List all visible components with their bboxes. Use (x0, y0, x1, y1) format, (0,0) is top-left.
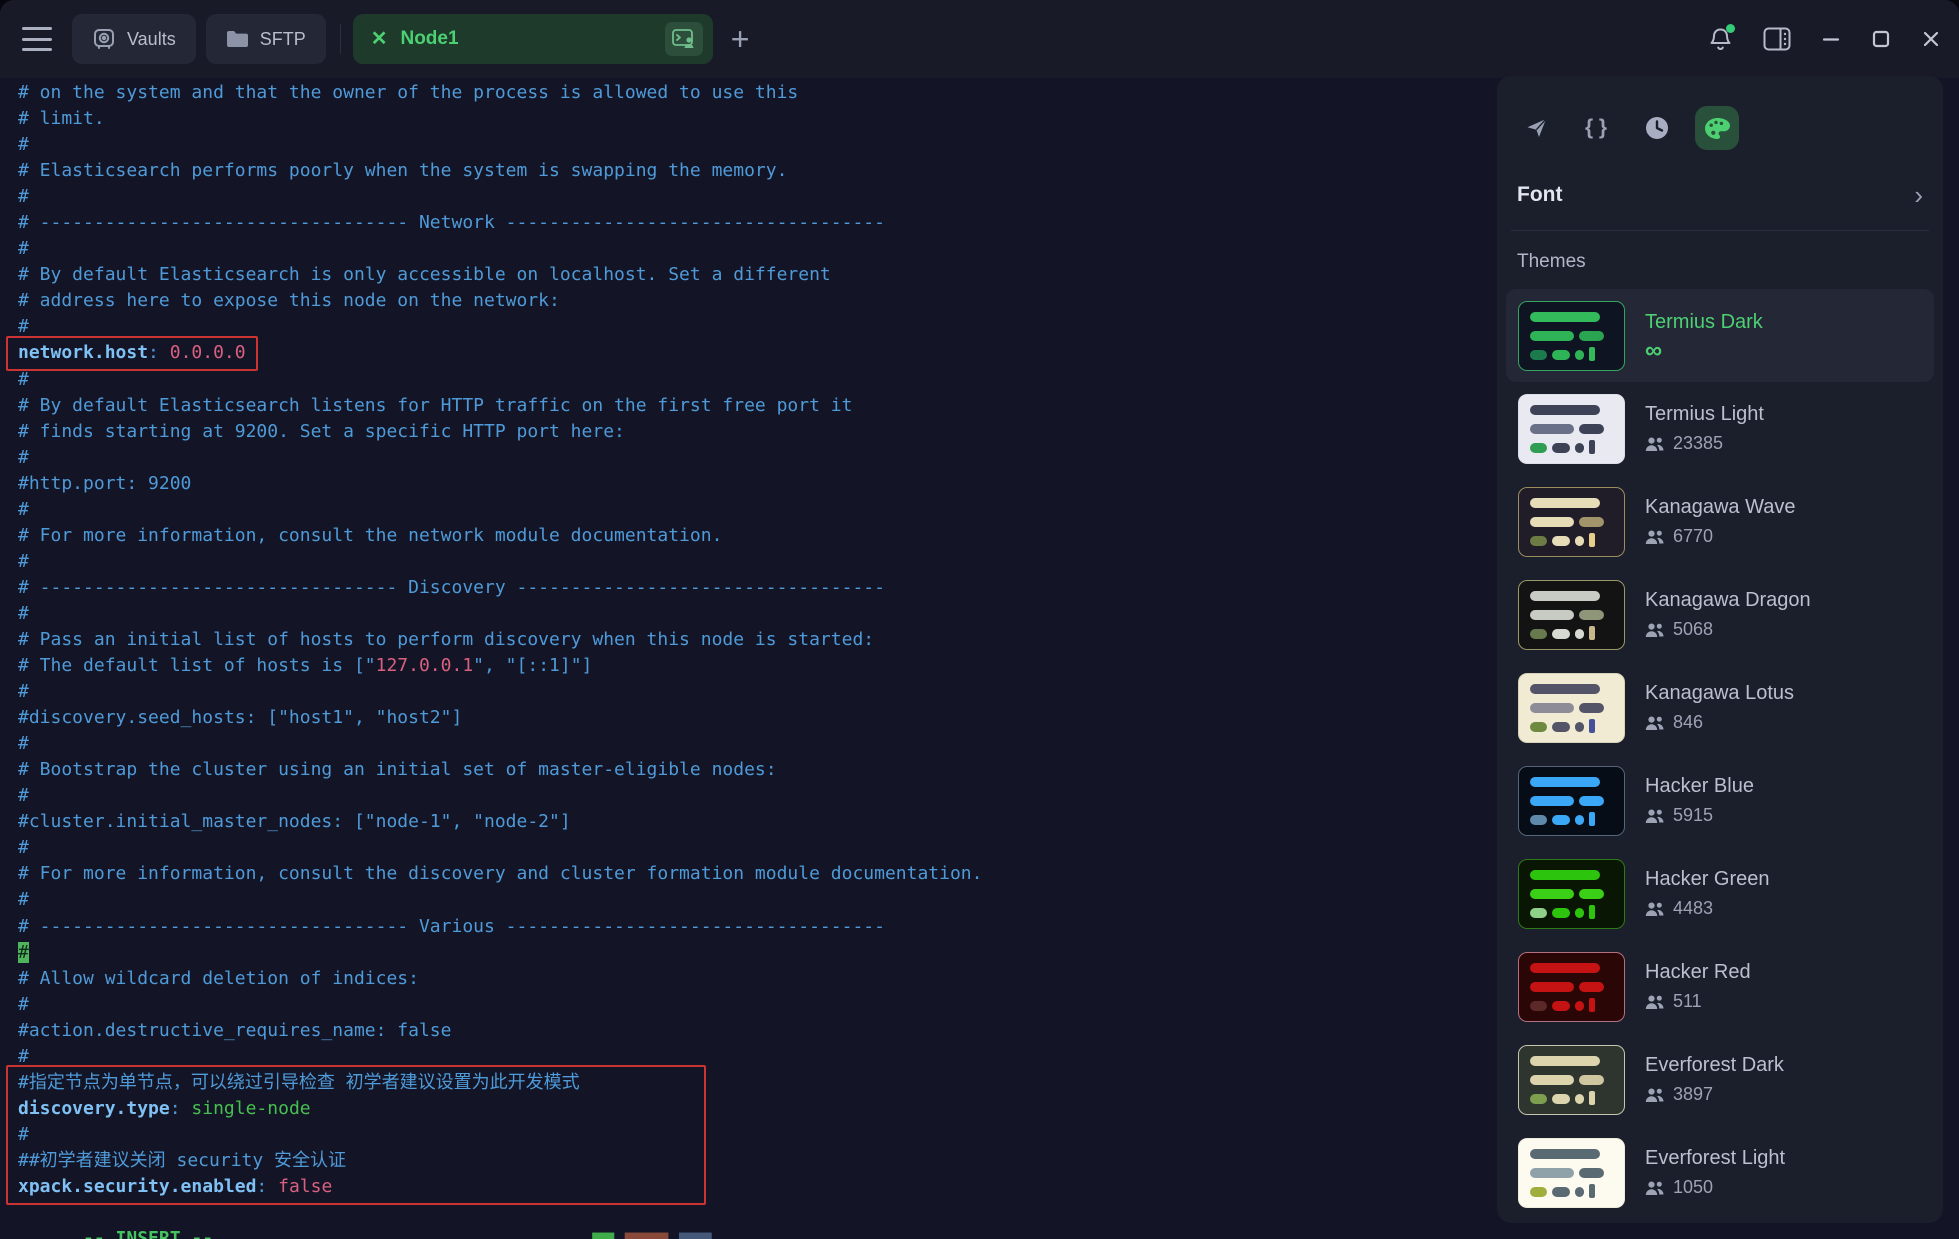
users-icon (1645, 1181, 1664, 1195)
theme-name: Termius Light (1645, 403, 1764, 425)
theme-item-kanagawa-dragon[interactable]: Kanagawa Dragon 5068 (1506, 568, 1934, 661)
theme-thumbnail (1518, 393, 1625, 464)
bell-icon[interactable] (1708, 23, 1735, 53)
vault-icon (92, 27, 116, 51)
theme-thumbnail (1518, 765, 1625, 836)
users-icon (1645, 437, 1664, 451)
theme-thumbnail (1518, 951, 1625, 1022)
theme-thumbnail (1518, 1137, 1625, 1208)
theme-item-hacker-green[interactable]: Hacker Green 4483 (1506, 847, 1934, 940)
users-icon (1645, 530, 1664, 544)
minimize-button[interactable] (1821, 29, 1841, 49)
snippets-icon[interactable]: { } (1575, 106, 1619, 150)
theme-name: Kanagawa Lotus (1645, 682, 1795, 704)
terminal-share-icon[interactable] (664, 22, 703, 56)
theme-user-count: 4483 (1645, 898, 1770, 919)
vaults-button[interactable]: Vaults (72, 14, 196, 64)
theme-user-count: 5915 (1645, 805, 1754, 826)
theme-thumbnail (1518, 672, 1625, 743)
notification-dot (1726, 23, 1735, 33)
theme-user-count: 1050 (1645, 1177, 1785, 1198)
theme-name: Hacker Green (1645, 868, 1770, 890)
theme-name: Kanagawa Wave (1645, 496, 1796, 518)
users-icon (1645, 1088, 1664, 1102)
menu-icon[interactable] (22, 27, 52, 51)
history-icon[interactable] (1635, 106, 1679, 150)
theme-item-termius-light[interactable]: Termius Light 23385 (1506, 382, 1934, 475)
theme-infinity-badge: ∞ (1645, 336, 1663, 364)
theme-thumbnail (1518, 300, 1625, 371)
theme-user-count: 6770 (1645, 526, 1795, 547)
users-icon (1645, 995, 1664, 1009)
theme-item-hacker-blue[interactable]: Hacker Blue 5915 (1506, 754, 1934, 847)
clipped-bottom-line: ▆▆ ▆▆▆▆ ▆▆▆ (592, 1228, 712, 1239)
users-icon (1645, 809, 1664, 823)
theme-thumbnail (1518, 486, 1625, 557)
theme-list: Termius Dark ∞ Termius Light 23385 Kanagawa… (1497, 289, 1943, 1219)
users-icon (1645, 623, 1664, 637)
sftp-button[interactable]: SFTP (205, 14, 326, 64)
folder-icon (226, 29, 249, 49)
users-icon (1645, 902, 1664, 916)
font-section-label: Font (1517, 183, 1563, 206)
theme-item-termius-dark[interactable]: Termius Dark ∞ (1506, 289, 1934, 382)
theme-user-count: 23385 (1645, 433, 1764, 454)
topbar-divider (339, 24, 341, 54)
tab-close-icon[interactable]: ✕ (371, 29, 388, 49)
theme-item-hacker-red[interactable]: Hacker Red 511 (1506, 940, 1934, 1033)
chevron-right-icon: › (1914, 180, 1923, 210)
users-icon (1645, 716, 1664, 730)
theme-user-count: 5068 (1645, 619, 1811, 640)
tab-node1[interactable]: ✕ Node1 (352, 14, 713, 64)
split-view-icon[interactable] (1763, 27, 1791, 51)
new-tab-button[interactable]: + (731, 23, 750, 55)
theme-name: Termius Dark (1645, 310, 1763, 333)
vaults-button-label: Vaults (127, 28, 176, 49)
theme-thumbnail (1518, 1044, 1625, 1115)
settings-panel: { } Font › Themes Termius Dark ∞ Termius… (1497, 76, 1943, 1223)
theme-name: Kanagawa Dragon (1645, 589, 1811, 611)
app-window: Vaults SFTP ✕ Node1 + # on the system an… (0, 0, 1959, 1239)
theme-item-everforest-light[interactable]: Everforest Light 1050 (1506, 1126, 1934, 1219)
theme-item-everforest-dark[interactable]: Everforest Dark 3897 (1506, 1033, 1934, 1126)
tab-label: Node1 (400, 28, 459, 49)
close-button[interactable] (1921, 29, 1941, 49)
sftp-button-label: SFTP (259, 28, 306, 49)
cursor-block: # (18, 941, 29, 963)
font-section-row[interactable]: Font › (1497, 150, 1943, 208)
theme-name: Hacker Blue (1645, 775, 1754, 797)
theme-user-count: 3897 (1645, 1084, 1784, 1105)
panel-tab-bar: { } (1497, 76, 1943, 150)
send-icon[interactable] (1515, 106, 1559, 150)
theme-name: Everforest Light (1645, 1147, 1786, 1169)
theme-item-kanagawa-lotus[interactable]: Kanagawa Lotus 846 (1506, 661, 1934, 754)
appearance-icon[interactable] (1695, 106, 1739, 150)
themes-heading: Themes (1517, 251, 1586, 272)
theme-user-count: 846 (1645, 712, 1794, 733)
theme-user-count: 511 (1645, 991, 1751, 1012)
theme-thumbnail (1518, 858, 1625, 929)
theme-thumbnail (1518, 579, 1625, 650)
theme-item-kanagawa-wave[interactable]: Kanagawa Wave 6770 (1506, 475, 1934, 568)
theme-name: Hacker Red (1645, 961, 1751, 983)
maximize-button[interactable] (1871, 29, 1891, 49)
top-bar: Vaults SFTP ✕ Node1 + (0, 0, 1959, 78)
theme-name: Everforest Dark (1645, 1054, 1784, 1076)
